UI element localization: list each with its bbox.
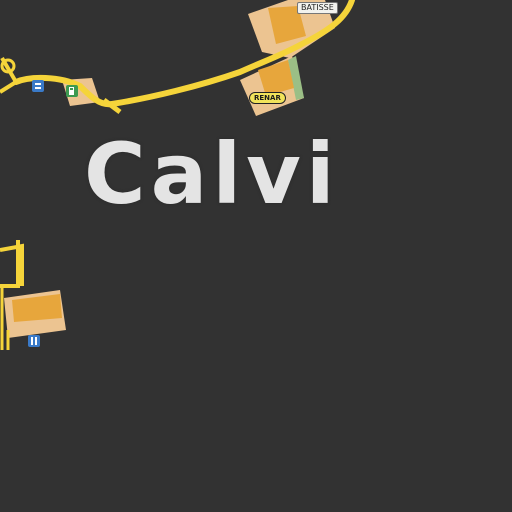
fuel-station-icon[interactable] (66, 82, 78, 97)
left-road (0, 240, 24, 288)
map-base-layer (0, 0, 355, 350)
poi-label-renar[interactable]: RENAR (249, 92, 286, 104)
shop-icon[interactable] (32, 77, 44, 92)
info-icon[interactable] (28, 332, 40, 347)
map-canvas[interactable]: BATISSE RENAR Calvi (0, 0, 512, 512)
city-label: Calvi (84, 125, 340, 223)
poi-label-batisse[interactable]: BATISSE (297, 2, 338, 14)
